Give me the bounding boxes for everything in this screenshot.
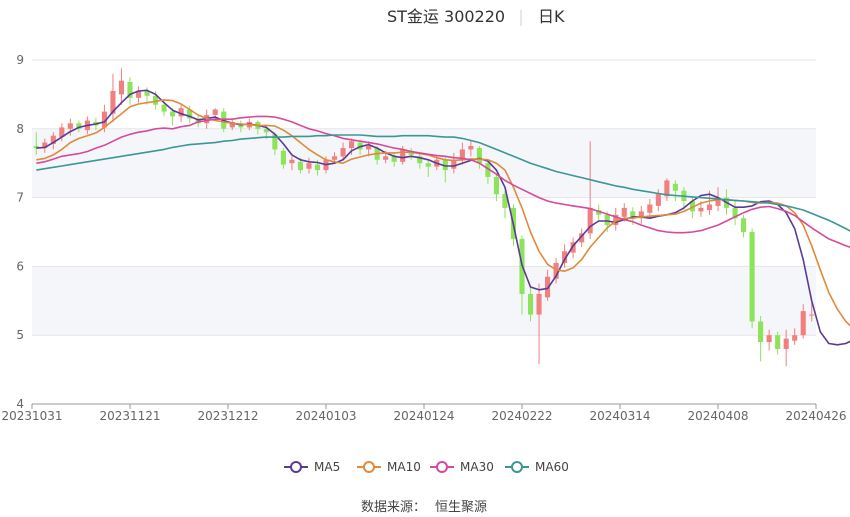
legend-label: MA5	[314, 460, 340, 474]
candle-body	[476, 148, 482, 164]
legend-marker	[363, 461, 375, 473]
candle-body	[280, 150, 286, 165]
candle-body	[170, 111, 176, 117]
x-tick-label: 20240314	[589, 409, 650, 423]
chart-title-period: 日K	[538, 7, 565, 26]
candle-body	[400, 149, 406, 162]
candle-body	[493, 176, 499, 195]
candle-body	[536, 293, 542, 315]
y-axis: 456789	[16, 53, 24, 411]
x-tick-label: 20231212	[197, 409, 258, 423]
candle-body	[800, 311, 806, 336]
plot-band	[32, 128, 816, 198]
candle-body	[118, 80, 125, 95]
candle-body	[331, 156, 338, 160]
x-tick-label: 20240103	[295, 409, 356, 423]
candle-body	[425, 163, 431, 167]
legend[interactable]: MA5 MA10 MA30 MA60	[284, 460, 569, 474]
candle-body	[706, 204, 713, 210]
y-tick-label: 5	[16, 328, 24, 342]
x-tick-label: 20240124	[393, 409, 454, 423]
candle-body	[289, 159, 295, 164]
x-axis: 20231031 20231121 20231212 20240103 20240124…	[1, 403, 847, 423]
candle-body	[349, 141, 355, 149]
source-label: 数据来源：	[361, 500, 426, 515]
candle-body	[792, 335, 798, 341]
candle-body	[621, 207, 627, 217]
x-tick-label: 20231121	[99, 409, 160, 423]
x-tick-label: 20240426	[785, 409, 846, 423]
candle-body	[749, 232, 755, 322]
candle-body	[468, 146, 474, 150]
candle-body	[758, 321, 764, 343]
y-tick-label: 9	[16, 53, 24, 67]
candle-body	[67, 123, 73, 129]
candle-body	[655, 194, 661, 206]
candle-body	[527, 293, 534, 315]
x-tick-label: 20231031	[1, 409, 62, 423]
legend-label: MA60	[535, 460, 569, 474]
legend-marker	[511, 461, 523, 473]
candle-body	[383, 156, 389, 160]
candle-body	[698, 207, 704, 212]
legend-label: MA30	[460, 460, 494, 474]
candle-body	[647, 204, 653, 213]
y-tick-label: 6	[16, 259, 24, 273]
candle-body	[306, 163, 312, 169]
y-tick-label: 7	[16, 191, 24, 205]
candle-body	[809, 314, 815, 316]
source-name: 恒生聚源	[435, 500, 487, 515]
x-tick-label: 20240408	[687, 409, 748, 423]
candle-body	[161, 104, 167, 112]
grid-lines	[32, 59, 816, 405]
legend-marker	[290, 461, 302, 473]
candle-body	[340, 148, 346, 157]
x-tick-label: 20240222	[491, 409, 552, 423]
candle-body	[212, 109, 218, 116]
candle-body	[314, 164, 321, 171]
plot-bands	[32, 128, 816, 336]
candle-body	[672, 183, 678, 191]
chart-title-stock: ST金运 300220	[387, 7, 505, 26]
candle-body	[604, 214, 610, 226]
legend-marker	[436, 461, 448, 473]
plot-band	[32, 266, 816, 336]
candle-body	[783, 338, 789, 349]
candle-body	[297, 161, 303, 171]
kline-chart: ST金运 300220 日K 456789 20231031 20231121 20…	[1, 7, 850, 515]
candle-body	[741, 218, 747, 232]
candle-body	[775, 335, 781, 349]
y-tick-label: 8	[16, 122, 24, 136]
legend-label: MA10	[387, 460, 421, 474]
candle-body	[766, 335, 772, 343]
candle-body	[366, 146, 372, 150]
